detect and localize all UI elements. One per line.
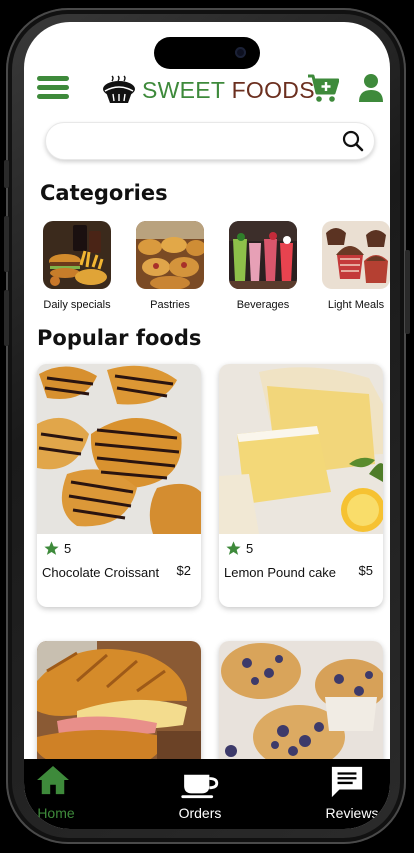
star-icon [44,541,59,555]
tab-label: Reviews [325,805,379,821]
category-beverages[interactable]: Beverages [223,221,303,311]
category-label: Light Meals [327,299,385,311]
tab-orders[interactable]: Orders [157,759,243,829]
user-icon[interactable] [358,73,384,103]
home-icon [37,765,69,795]
app-screen: SWEET FOODS Categories Daily specials Pa… [24,22,390,829]
category-light-meals[interactable]: Light Meals [316,221,390,311]
app-title: SWEET FOODS [142,77,315,104]
category-label: Pastries [150,299,190,311]
popular-foods-title: Popular foods [37,326,202,350]
pastries-photo [136,221,206,290]
lemon-pound-cake-photo [219,364,383,534]
category-label: Daily specials [43,299,111,311]
categories-title: Categories [40,181,168,205]
hamburger-menu-icon[interactable] [37,76,69,102]
app-title-part2: FOODS [231,76,315,103]
phone-volume-down [4,290,9,346]
dynamic-island [154,37,260,69]
app-logo: SWEET FOODS [100,70,315,110]
food-price: $5 [358,563,373,578]
pie-logo-icon [103,75,135,103]
phone-volume-up [4,216,9,272]
food-card-chocolate-croissant[interactable]: 5 Chocolate Croissant $2 [37,364,201,607]
category-daily-specials[interactable]: Daily specials [37,221,117,311]
food-card-lemon-pound-cake[interactable]: 5 Lemon Pound cake $5 [219,364,383,607]
phone-power-button [405,250,410,334]
tab-label: Home [37,805,75,821]
coffee-cup-icon [181,774,219,799]
cart-plus-icon[interactable] [307,73,339,103]
categories-list: Daily specials Pastries Beverages Light … [37,221,390,317]
category-pastries[interactable]: Pastries [130,221,210,311]
food-name: Lemon Pound cake [224,565,337,580]
rating: 5 [225,540,253,557]
search-bar [45,122,375,160]
front-camera [235,47,246,58]
tab-home[interactable]: Home [24,759,84,829]
cupcakes-photo [322,221,390,289]
app-title-part1: SWEET [142,76,225,103]
phone-silent-switch [4,160,9,188]
app-header: SWEET FOODS [24,70,390,110]
category-label: Beverages [236,299,290,311]
rating: 5 [43,540,71,557]
search-input[interactable] [60,129,334,155]
food-name: Chocolate Croissant [42,565,160,580]
beverages-photo [229,221,297,289]
tab-reviews[interactable]: Reviews [314,759,390,829]
chocolate-croissant-photo [37,364,201,534]
chat-icon [331,766,363,798]
star-icon [226,541,241,555]
rating-value: 5 [246,541,254,556]
tab-label: Orders [178,805,222,821]
burger-and-fries-photo [43,221,111,289]
food-price: $2 [176,563,191,578]
search-icon[interactable] [342,130,364,152]
rating-value: 5 [64,541,72,556]
bottom-tab-bar: Home Orders Reviews [24,759,390,829]
